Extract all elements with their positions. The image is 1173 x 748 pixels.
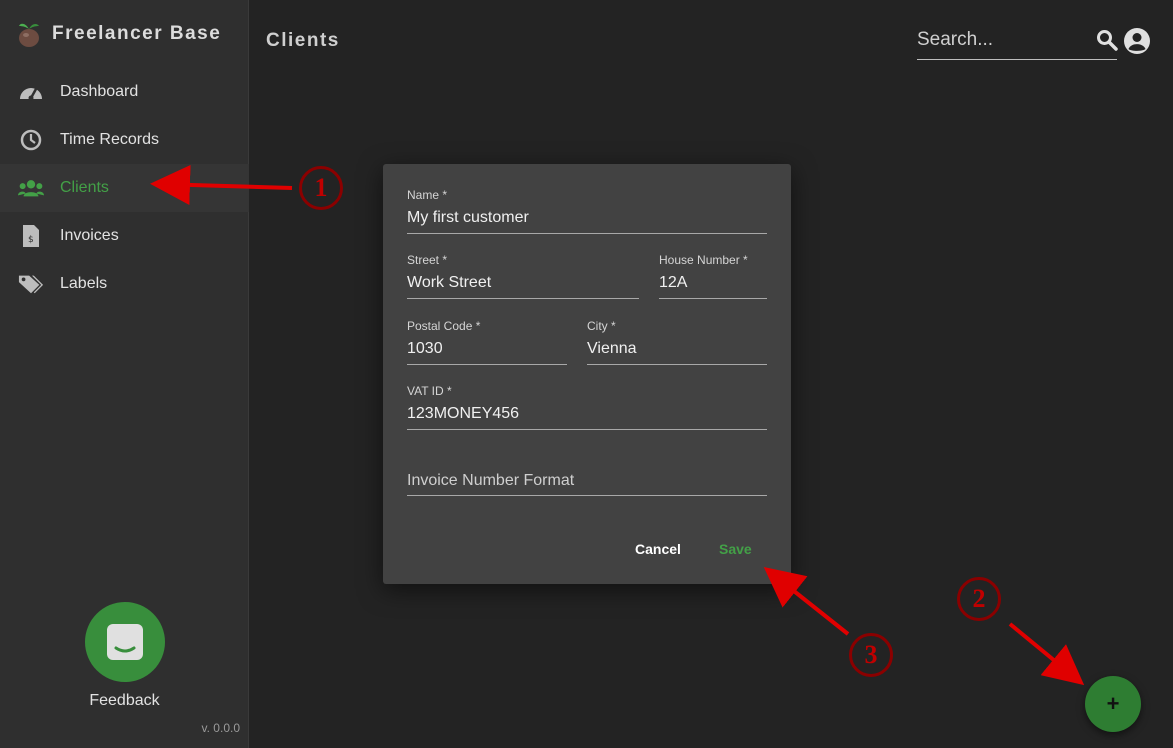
speedometer-icon xyxy=(18,79,44,105)
name-field-value: My first customer xyxy=(407,209,529,226)
city-field[interactable]: City * Vienna xyxy=(587,319,767,365)
street-field-label: Street * xyxy=(407,253,448,267)
annotation-step-1: 1 xyxy=(299,166,343,210)
sidebar-item-dashboard[interactable]: Dashboard xyxy=(0,68,249,116)
feedback-label: Feedback xyxy=(89,692,160,709)
invoice-number-format-field[interactable]: Invoice Number Format xyxy=(407,449,767,496)
postal-code-field[interactable]: Postal Code * 1030 xyxy=(407,319,567,365)
search-input[interactable] xyxy=(917,22,1087,58)
cancel-button[interactable]: Cancel xyxy=(635,541,681,557)
annotation-step-2: 2 xyxy=(957,577,1001,621)
sidebar-item-invoices[interactable]: $ Invoices xyxy=(0,212,249,260)
house-number-field-value: 12A xyxy=(659,274,688,291)
feedback-button[interactable] xyxy=(85,602,165,682)
save-button[interactable]: Save xyxy=(719,541,752,557)
clock-icon xyxy=(18,127,44,153)
svg-text:$: $ xyxy=(28,235,34,245)
brand[interactable]: Freelancer Base xyxy=(16,20,221,48)
street-field-value: Work Street xyxy=(407,274,492,291)
name-field-label: Name * xyxy=(407,188,448,202)
house-number-field[interactable]: House Number * 12A xyxy=(659,253,767,299)
app-name: Freelancer Base xyxy=(52,23,222,44)
vat-id-field-value: 123MONEY456 xyxy=(407,405,520,422)
client-dialog: Name * My first customer Street * Work S… xyxy=(383,164,791,584)
street-field[interactable]: Street * Work Street xyxy=(407,253,639,299)
sidebar-item-label: Dashboard xyxy=(60,83,139,100)
search-icon[interactable] xyxy=(1095,28,1119,52)
account-circle-icon[interactable] xyxy=(1123,27,1151,55)
sidebar-nav: Dashboard Time Records Clients $ Invoice… xyxy=(0,68,249,308)
invoice-number-format-placeholder: Invoice Number Format xyxy=(407,472,575,489)
app-version: v. 0.0.0 xyxy=(201,721,240,735)
sidebar-item-time-records[interactable]: Time Records xyxy=(0,116,249,164)
vat-id-field-label: VAT ID * xyxy=(407,384,452,398)
vat-id-field[interactable]: VAT ID * 123MONEY456 xyxy=(407,384,767,430)
sidebar-item-label: Labels xyxy=(60,275,108,292)
sidebar-item-label: Time Records xyxy=(60,131,159,148)
app-root: Freelancer Base Dashboard Time Records C… xyxy=(0,0,1173,748)
sidebar-item-label: Clients xyxy=(60,179,109,196)
postal-code-field-label: Postal Code * xyxy=(407,319,481,333)
tags-icon xyxy=(18,271,44,297)
house-number-field-label: House Number * xyxy=(659,253,748,267)
sidebar: Freelancer Base Dashboard Time Records C… xyxy=(0,0,249,748)
annotation-step-3: 3 xyxy=(849,633,893,677)
sidebar-item-clients[interactable]: Clients xyxy=(0,164,249,212)
annotation-arrow-2 xyxy=(1008,622,1085,686)
search-field[interactable] xyxy=(917,22,1117,60)
city-field-value: Vienna xyxy=(587,340,637,357)
city-field-label: City * xyxy=(587,319,616,333)
sidebar-item-labels[interactable]: Labels xyxy=(0,260,249,308)
page-title: Clients xyxy=(266,30,340,51)
name-field[interactable]: Name * My first customer xyxy=(407,188,767,234)
feedback-chat-icon xyxy=(107,624,143,660)
people-icon xyxy=(18,175,44,201)
sidebar-item-label: Invoices xyxy=(60,227,119,244)
app-logo-icon xyxy=(19,23,39,47)
invoice-icon: $ xyxy=(18,223,44,249)
postal-code-field-value: 1030 xyxy=(407,340,443,357)
add-client-button[interactable]: + xyxy=(1085,676,1141,732)
